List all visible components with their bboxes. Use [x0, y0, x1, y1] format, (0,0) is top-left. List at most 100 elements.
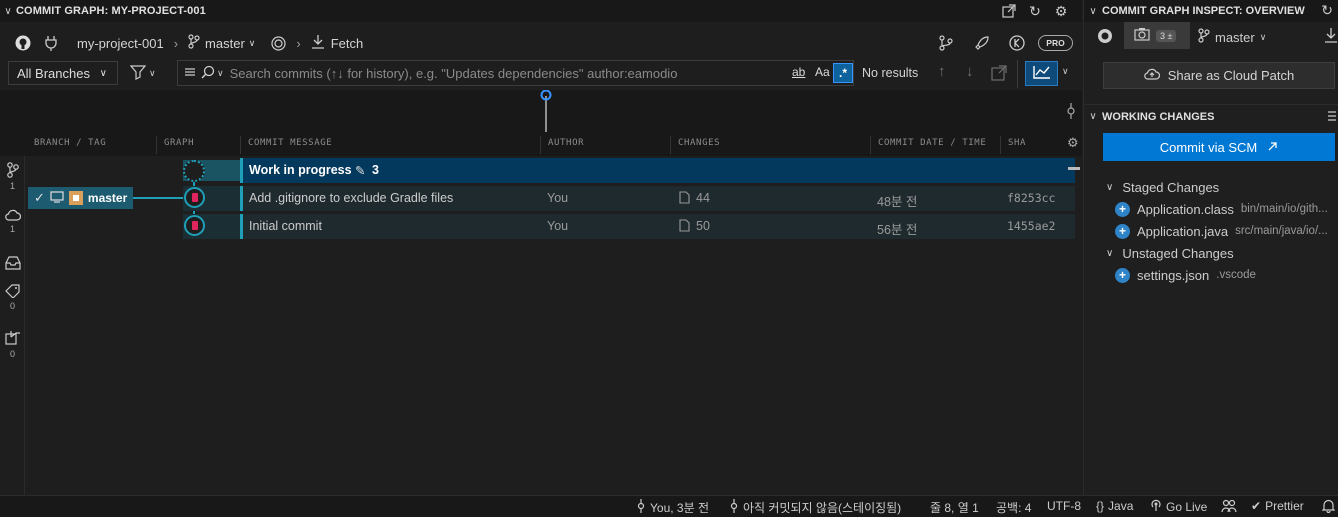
search-placeholder: Search commits (↑↓ for history), e.g. "U… [229, 65, 678, 81]
status-indentation[interactable]: 공백: 4 [996, 499, 1031, 516]
file-name: Application.class [1137, 201, 1234, 217]
strip-stashes[interactable] [0, 256, 25, 273]
commit-via-scm-button[interactable]: Commit via SCM [1103, 133, 1335, 161]
column-resizer[interactable] [156, 136, 157, 154]
pro-badge[interactable]: PRO [1038, 35, 1073, 51]
file-added-icon: + [1115, 201, 1130, 217]
share-cloud-patch-button[interactable]: Share as Cloud Patch [1103, 62, 1335, 89]
inspect-branch-selector[interactable]: master ∨ [1198, 28, 1266, 46]
unstaged-changes-group[interactable]: ∨ Unstaged Changes [1084, 242, 1338, 264]
strip-worktrees[interactable]: 0 [0, 330, 25, 359]
refresh-icon[interactable]: ↻ [1321, 2, 1333, 19]
github-icon[interactable] [15, 35, 31, 51]
status-blame[interactable]: You, 3분 전 [636, 499, 709, 516]
double-check-icon: ✔ [1251, 499, 1262, 513]
arrow-down-icon[interactable]: ↓ [966, 63, 974, 80]
file-path: src/main/java/io/... [1235, 225, 1328, 237]
column-resizer[interactable] [240, 136, 241, 154]
inspect-header: ∨ COMMIT GRAPH INSPECT: OVERVIEW ↻ [1084, 0, 1338, 22]
graph-minimap[interactable] [0, 90, 1082, 132]
column-branch-tag[interactable]: BRANCH / TAG [34, 138, 106, 148]
commit-marker-icon [1066, 103, 1076, 122]
chevron-down-icon[interactable]: ∨ [1062, 66, 1069, 77]
regex-toggle[interactable]: .* [833, 63, 853, 83]
working-changes-header[interactable]: ∨ WORKING CHANGES [1084, 104, 1338, 128]
branch-icon [188, 34, 200, 52]
view-options-icon[interactable] [1327, 109, 1337, 126]
branch-name: master [205, 35, 245, 51]
open-in-editor-icon[interactable] [1000, 2, 1018, 20]
fetch-button[interactable]: Fetch [311, 34, 363, 52]
strip-tags[interactable]: 0 [0, 284, 25, 311]
table-row[interactable]: Initial commit You 50 56분 전 1455ae2 [25, 214, 1075, 240]
target-icon[interactable] [271, 35, 286, 51]
collapse-chevron-icon[interactable]: ∨ [1084, 111, 1102, 122]
status-cursor-position[interactable]: 줄 8, 열 1 [930, 499, 979, 516]
commit-node-icon [184, 215, 205, 236]
refresh-icon[interactable]: ↻ [1026, 2, 1044, 20]
notifications-bell-icon[interactable] [1322, 499, 1335, 513]
match-case-toggle[interactable]: Aa [815, 65, 830, 79]
match-whole-word-toggle[interactable]: ab [792, 65, 805, 79]
minimap-toggle-button[interactable] [1025, 61, 1058, 86]
tab-search-icon[interactable] [1088, 22, 1122, 49]
repo-name[interactable]: my-project-001 [77, 36, 164, 51]
scrollbar-thumb[interactable] [1068, 167, 1080, 170]
list-item[interactable]: + settings.json .vscode [1084, 264, 1338, 286]
collapse-chevron-icon[interactable]: ∨ [0, 6, 16, 17]
wip-node-icon [183, 160, 205, 182]
arrow-up-icon[interactable]: ↑ [938, 63, 946, 80]
open-results-icon[interactable] [991, 65, 1007, 84]
list-item[interactable]: + Application.class bin/main/io/gith... [1084, 198, 1338, 220]
status-go-live[interactable]: Go Live [1150, 499, 1207, 515]
filter-dropdown[interactable]: ∨ [129, 64, 156, 83]
status-uncommitted[interactable]: 아직 커밋되지 않음(스테이징됨) [729, 499, 901, 516]
column-resizer[interactable] [1000, 136, 1001, 154]
status-language[interactable]: {} Java [1096, 499, 1133, 513]
column-sha[interactable]: SHA [1008, 138, 1026, 148]
column-resizer[interactable] [540, 136, 541, 154]
wip-row[interactable]: Work in progress ✎ 3 [25, 158, 1075, 184]
fetch-icon[interactable] [1324, 27, 1338, 46]
external-arrow-icon [1267, 140, 1278, 155]
status-prettier[interactable]: ✔ Prettier [1251, 499, 1304, 513]
column-graph[interactable]: GRAPH [164, 138, 194, 148]
search-mode-list-icon[interactable] [184, 66, 196, 81]
column-commit-message[interactable]: COMMIT MESSAGE [248, 138, 332, 148]
share-cloud-patch-label: Share as Cloud Patch [1167, 68, 1295, 83]
accounts-icon[interactable] [1221, 499, 1237, 513]
plug-icon[interactable] [45, 35, 57, 51]
column-changes[interactable]: CHANGES [678, 138, 720, 148]
status-encoding[interactable]: UTF-8 [1047, 499, 1081, 513]
branch-selector[interactable]: master ∨ [188, 34, 255, 52]
column-commit-date[interactable]: COMMIT DATE / TIME [878, 138, 986, 148]
branch-tag-master[interactable]: ✓ master [28, 187, 133, 209]
staged-changes-title: Staged Changes [1122, 179, 1220, 195]
commit-date: 48분 전 [877, 195, 918, 209]
column-resizer[interactable] [670, 136, 671, 154]
branch-filter-select[interactable]: All Branches ∨ [8, 61, 118, 85]
rocket-icon[interactable] [974, 35, 990, 51]
avatar [68, 191, 83, 205]
gitkraken-icon[interactable] [1009, 35, 1025, 51]
staged-changes-group[interactable]: ∨ Staged Changes [1084, 176, 1338, 198]
commit-sha: f8253cc [1007, 191, 1056, 205]
inspect-branch-name: master [1215, 29, 1255, 45]
commit-sha: 1455ae2 [1007, 219, 1056, 233]
collapse-chevron-icon[interactable]: ∨ [1084, 6, 1102, 17]
file-added-icon: + [1115, 223, 1130, 239]
commit-search-box[interactable]: ∨ Search commits (↑↓ for history), e.g. … [177, 60, 854, 86]
chevron-down-icon: ∨ [1259, 31, 1267, 42]
worktrees-count: 0 [9, 349, 15, 359]
search-icon[interactable] [201, 65, 215, 82]
commit-message: Add .gitignore to exclude Gradle files [249, 191, 454, 205]
commit-graph-title: COMMIT GRAPH: MY-PROJECT-001 [16, 5, 206, 17]
tab-working-changes[interactable]: 3 ± [1124, 22, 1190, 49]
column-resizer[interactable] [870, 136, 871, 154]
list-item[interactable]: + Application.java src/main/java/io/... [1084, 220, 1338, 242]
column-settings-gear-icon[interactable]: ⚙ [1067, 135, 1079, 151]
table-row[interactable]: ✓ master Add .gitignore to exclude Gradl… [25, 186, 1075, 212]
settings-gear-icon[interactable]: ⚙ [1052, 2, 1070, 20]
branch-graph-icon[interactable] [938, 35, 954, 51]
column-author[interactable]: AUTHOR [548, 138, 584, 148]
